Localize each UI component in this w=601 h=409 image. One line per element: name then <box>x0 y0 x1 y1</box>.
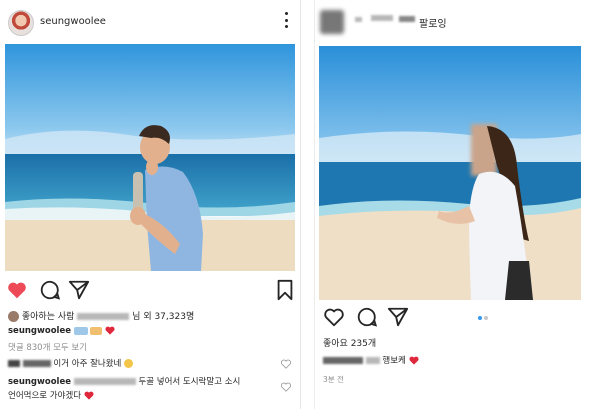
more-options-icon[interactable] <box>282 12 290 28</box>
beach-photo <box>5 44 295 271</box>
reply-row: seungwoolee 두골 넣어서 도시락말고 소시 <box>8 375 240 387</box>
red-heart-emoji <box>409 356 419 365</box>
post-header: 팔로잉 <box>315 0 601 44</box>
action-bar <box>6 279 296 303</box>
likes-row[interactable]: 좋아하는 사람 님 외 37,323명 <box>8 309 194 322</box>
carousel-dots <box>478 316 488 320</box>
caption-text: 행보케 <box>382 356 406 366</box>
likes-prefix: 좋아하는 사람 <box>21 312 75 322</box>
comment-text: 이거 아주 잘나왔네 <box>53 359 122 369</box>
red-heart-emoji <box>105 326 115 335</box>
redacted-username <box>399 16 415 22</box>
beach-photo <box>319 46 581 300</box>
share-icon[interactable] <box>387 306 409 328</box>
share-icon[interactable] <box>68 279 90 301</box>
liker-avatar <box>8 311 19 322</box>
caption-username[interactable]: seungwoolee <box>8 326 71 336</box>
caption-row: seungwoolee <box>8 326 115 336</box>
reply-text-cont: 언어먹으로 가야겠다 <box>8 391 82 401</box>
post-photo[interactable] <box>319 46 581 300</box>
action-bar <box>323 306 423 330</box>
red-heart-emoji <box>84 391 94 400</box>
redacted-username <box>355 17 362 22</box>
following-label[interactable]: 팔로잉 <box>419 15 447 30</box>
instagram-post-right: 팔로잉 좋아요 235개 행보케 3분 전 <box>314 0 601 409</box>
heart-filled-icon[interactable] <box>6 279 28 301</box>
comment-icon[interactable] <box>356 306 378 328</box>
comment-row: 이거 아주 잘나왔네 <box>8 357 134 369</box>
likes-suffix: 님 외 37,323명 <box>132 312 195 322</box>
instagram-post-left: seungwoolee 좋아하는 사람 님 외 37,323명 seungwoo… <box>0 0 301 409</box>
reply-text: 두골 넣어서 도시락말고 소시 <box>138 377 241 387</box>
comment-like-icon[interactable] <box>281 359 291 369</box>
redacted-name <box>77 313 130 320</box>
redacted-username <box>371 15 393 21</box>
caption-row: 행보케 <box>323 354 419 366</box>
view-all-comments[interactable]: 댓글 830개 모두 보기 <box>8 341 87 353</box>
heart-icon[interactable] <box>323 306 345 328</box>
redacted-username <box>323 357 363 364</box>
emoji <box>90 326 103 335</box>
username[interactable]: seungwoolee <box>40 16 106 27</box>
avatar[interactable] <box>320 10 344 34</box>
post-header: seungwoolee <box>0 0 300 44</box>
reply-username[interactable]: seungwoolee <box>8 377 71 387</box>
likes-count[interactable]: 좋아요 235개 <box>323 336 376 349</box>
laugh-emoji <box>124 359 134 368</box>
redacted-mention <box>73 378 136 385</box>
reply-row-continued: 언어먹으로 가야겠다 <box>8 389 94 401</box>
comment-icon[interactable] <box>39 279 61 301</box>
avatar[interactable] <box>8 10 34 36</box>
comment-like-icon[interactable] <box>281 382 291 392</box>
redacted-username <box>22 360 51 367</box>
redacted-username <box>8 360 20 367</box>
post-photo[interactable] <box>5 44 295 271</box>
timestamp: 3분 전 <box>323 375 344 384</box>
emoji <box>73 326 88 335</box>
bookmark-icon[interactable] <box>274 279 296 301</box>
redacted-text <box>365 357 380 364</box>
